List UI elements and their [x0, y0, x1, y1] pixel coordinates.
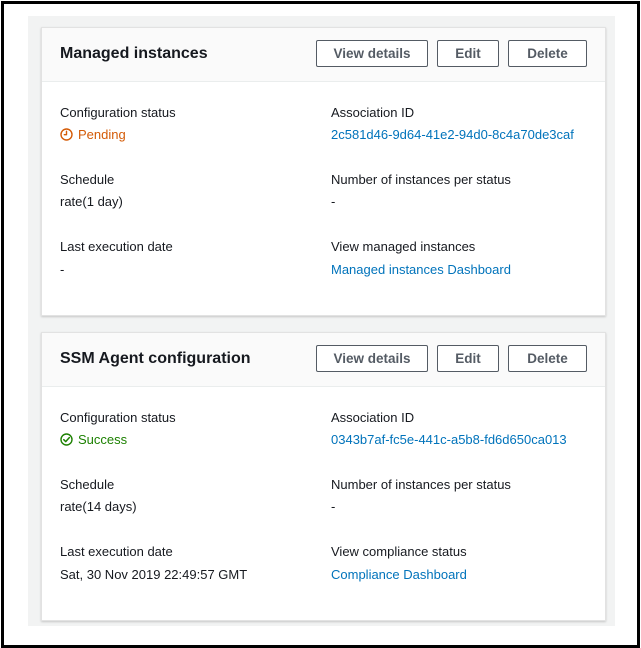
status-text: Success [78, 432, 128, 447]
view-compliance-status-label: View compliance status [331, 544, 467, 559]
view-managed-instances-label: View managed instances [331, 239, 476, 254]
edit-button[interactable]: Edit [437, 345, 499, 372]
card-title: Managed instances [60, 45, 208, 62]
instances-per-status-value: - [331, 499, 336, 514]
delete-button[interactable]: Delete [508, 40, 587, 67]
last-execution-value: - [60, 262, 65, 277]
edit-button[interactable]: Edit [437, 40, 499, 67]
card-header: SSM Agent configuration View details Edi… [42, 333, 605, 387]
last-execution-value: Sat, 30 Nov 2019 22:49:57 GMT [60, 567, 248, 582]
configuration-status-label: Configuration status [60, 410, 176, 425]
view-details-button[interactable]: View details [316, 345, 428, 372]
schedule-label: Schedule [60, 477, 115, 492]
instances-per-status-value: - [331, 194, 336, 209]
card-title: SSM Agent configuration [60, 350, 251, 367]
check-circle-icon [60, 433, 73, 446]
configuration-status-label: Configuration status [60, 105, 176, 120]
association-id-link[interactable]: 0343b7af-fc5e-441c-a5b8-fd6d650ca013 [331, 432, 567, 447]
managed-instances-dashboard-link[interactable]: Managed instances Dashboard [331, 262, 511, 277]
schedule-value: rate(1 day) [60, 194, 123, 209]
compliance-dashboard-link[interactable]: Compliance Dashboard [331, 567, 467, 582]
association-id-link[interactable]: 2c581d46-9d64-41e2-94d0-8c4a70de3caf [331, 127, 574, 142]
card-header: Managed instances View details Edit Dele… [42, 28, 605, 82]
status-text: Pending [78, 127, 126, 142]
configuration-status: Success [60, 432, 127, 447]
clock-icon [60, 128, 73, 141]
schedule-value: rate(14 days) [60, 499, 137, 514]
last-execution-label: Last execution date [60, 239, 173, 254]
association-card-ssm-agent-configuration: SSM Agent configuration View details Edi… [41, 332, 606, 621]
association-id-label: Association ID [331, 410, 415, 425]
delete-button[interactable]: Delete [508, 345, 587, 372]
last-execution-label: Last execution date [60, 544, 173, 559]
instances-per-status-label: Number of instances per status [331, 477, 511, 492]
view-details-button[interactable]: View details [316, 40, 428, 67]
association-id-label: Association ID [331, 105, 415, 120]
instances-per-status-label: Number of instances per status [331, 172, 511, 187]
configuration-status: Pending [60, 127, 126, 142]
association-card-managed-instances: Managed instances View details Edit Dele… [41, 27, 606, 316]
schedule-label: Schedule [60, 172, 115, 187]
